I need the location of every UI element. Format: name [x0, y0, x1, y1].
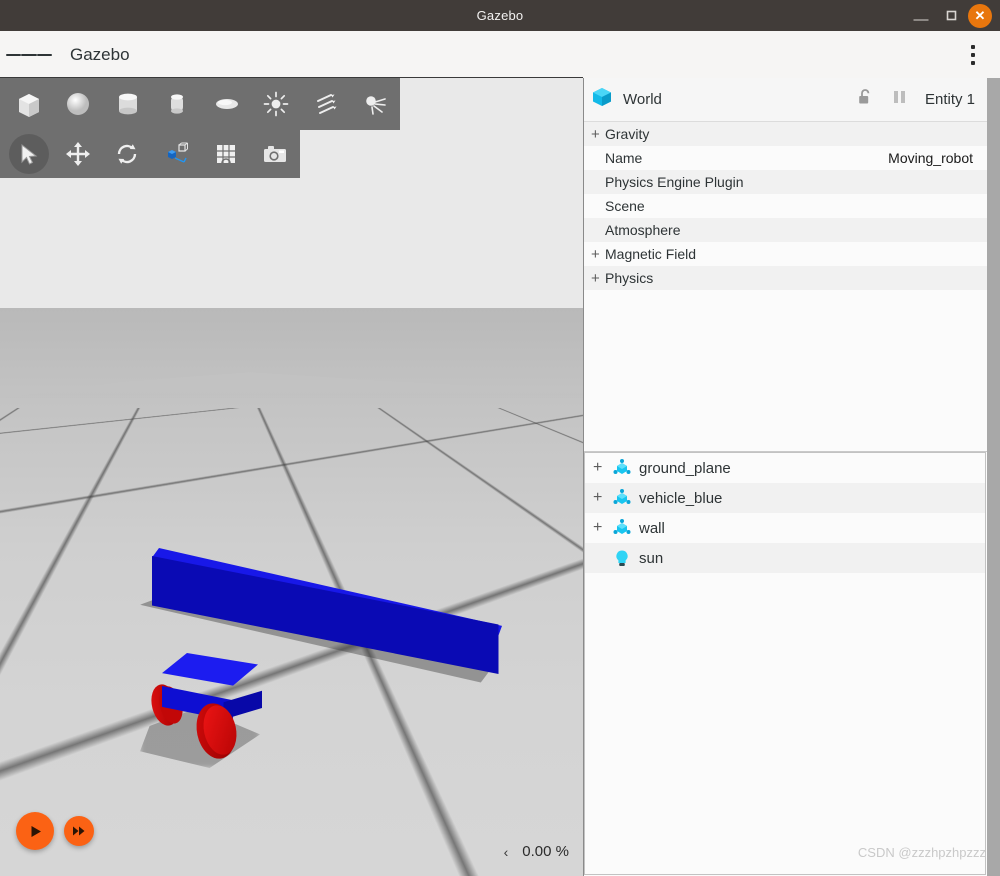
- right-panel: World Entity 1 +GravityNameMoving_ro: [583, 78, 1000, 876]
- grid-align-icon[interactable]: [201, 131, 250, 177]
- translate-icon[interactable]: [53, 131, 102, 177]
- title-bar: Gazebo — ✕: [0, 0, 1000, 31]
- point-light-icon[interactable]: [252, 81, 302, 127]
- expand-plus-icon[interactable]: +: [591, 246, 605, 263]
- property-name: Magnetic Field: [605, 246, 973, 262]
- rtf-value: 0.00 %: [522, 843, 569, 860]
- kebab-menu-icon[interactable]: [960, 31, 986, 78]
- world-cube-icon: [591, 86, 613, 113]
- property-name: Scene: [605, 198, 973, 214]
- world-panel-header: World Entity 1: [583, 78, 987, 122]
- step-forward-icon[interactable]: [64, 816, 94, 846]
- entity-label: Entity 1: [925, 91, 975, 108]
- screenshot-camera-icon[interactable]: [251, 131, 300, 177]
- property-name: Physics: [605, 270, 973, 286]
- property-name: Physics Engine Plugin: [605, 174, 973, 190]
- window-title: Gazebo: [477, 8, 524, 23]
- pause-icon[interactable]: [892, 89, 907, 110]
- property-row[interactable]: NameMoving_robot: [583, 146, 987, 170]
- property-name: Atmosphere: [605, 222, 973, 238]
- panel-divider[interactable]: [583, 78, 584, 876]
- select-arrow-icon[interactable]: [4, 131, 53, 177]
- play-icon[interactable]: [16, 812, 54, 850]
- property-name: Gravity: [605, 126, 973, 142]
- right-panel-scrollbar[interactable]: [987, 78, 1000, 876]
- rotate-icon[interactable]: [103, 131, 152, 177]
- expand-plus-icon[interactable]: +: [593, 519, 609, 537]
- model-icon: [609, 458, 635, 478]
- spot-light-icon[interactable]: [351, 81, 401, 127]
- property-row[interactable]: Physics Engine Plugin: [583, 170, 987, 194]
- transform-snap-icon[interactable]: [152, 131, 201, 177]
- entity-tree: + ground_plane + vehicle_blue + wall sun: [584, 452, 986, 875]
- maximize-icon[interactable]: [938, 3, 964, 29]
- gazebo-window: Gazebo — ✕ Gazebo: [0, 0, 1000, 876]
- directional-light-icon[interactable]: [301, 81, 351, 127]
- minimize-icon[interactable]: —: [908, 3, 934, 29]
- tool-toolbar: [0, 130, 300, 178]
- shape-toolbar: [0, 78, 400, 130]
- unlock-icon[interactable]: [857, 88, 874, 111]
- property-row[interactable]: Scene: [583, 194, 987, 218]
- tree-item-label: wall: [639, 520, 665, 537]
- ellipsoid-shape-icon[interactable]: [202, 81, 252, 127]
- box-shape-icon[interactable]: [4, 81, 54, 127]
- tree-item-label: ground_plane: [639, 460, 731, 477]
- property-value: Moving_robot: [888, 150, 973, 166]
- tree-item-wall[interactable]: + wall: [585, 513, 985, 543]
- app-header: Gazebo: [0, 31, 1000, 78]
- expand-plus-icon[interactable]: +: [591, 126, 605, 143]
- window-controls: — ✕: [908, 0, 992, 31]
- model-icon: [609, 488, 635, 508]
- property-name: Name: [605, 150, 888, 166]
- expand-plus-icon[interactable]: +: [593, 489, 609, 507]
- capsule-shape-icon[interactable]: [153, 81, 203, 127]
- watermark: CSDN @zzzhpzhpzzz: [858, 845, 986, 860]
- simulation-controls: [16, 812, 94, 850]
- hamburger-icon[interactable]: [6, 31, 52, 78]
- expand-plus-icon[interactable]: +: [593, 459, 609, 477]
- cylinder-shape-icon[interactable]: [103, 81, 153, 127]
- property-row[interactable]: +Physics: [583, 266, 987, 290]
- property-row[interactable]: +Magnetic Field: [583, 242, 987, 266]
- light-bulb-icon: [609, 548, 635, 568]
- tree-item-vehicle_blue[interactable]: + vehicle_blue: [585, 483, 985, 513]
- vehicle-blue-object[interactable]: [148, 653, 260, 743]
- real-time-factor: ‹ 0.00 %: [504, 843, 569, 860]
- tree-item-label: vehicle_blue: [639, 490, 722, 507]
- sphere-shape-icon[interactable]: [54, 81, 104, 127]
- world-properties-list: +GravityNameMoving_robotPhysics Engine P…: [583, 122, 987, 290]
- expand-plus-icon[interactable]: +: [591, 270, 605, 287]
- tree-item-label: sun: [639, 550, 663, 567]
- chevron-left-icon[interactable]: ‹: [504, 844, 509, 860]
- close-icon[interactable]: ✕: [968, 4, 992, 28]
- tree-item-sun[interactable]: sun: [585, 543, 985, 573]
- 3d-viewport[interactable]: ‹ 0.00 %: [0, 78, 583, 876]
- tree-item-ground_plane[interactable]: + ground_plane: [585, 453, 985, 483]
- page-title: Gazebo: [70, 45, 130, 65]
- property-row[interactable]: +Gravity: [583, 122, 987, 146]
- property-row[interactable]: Atmosphere: [583, 218, 987, 242]
- world-title: World: [623, 91, 857, 108]
- model-icon: [609, 518, 635, 538]
